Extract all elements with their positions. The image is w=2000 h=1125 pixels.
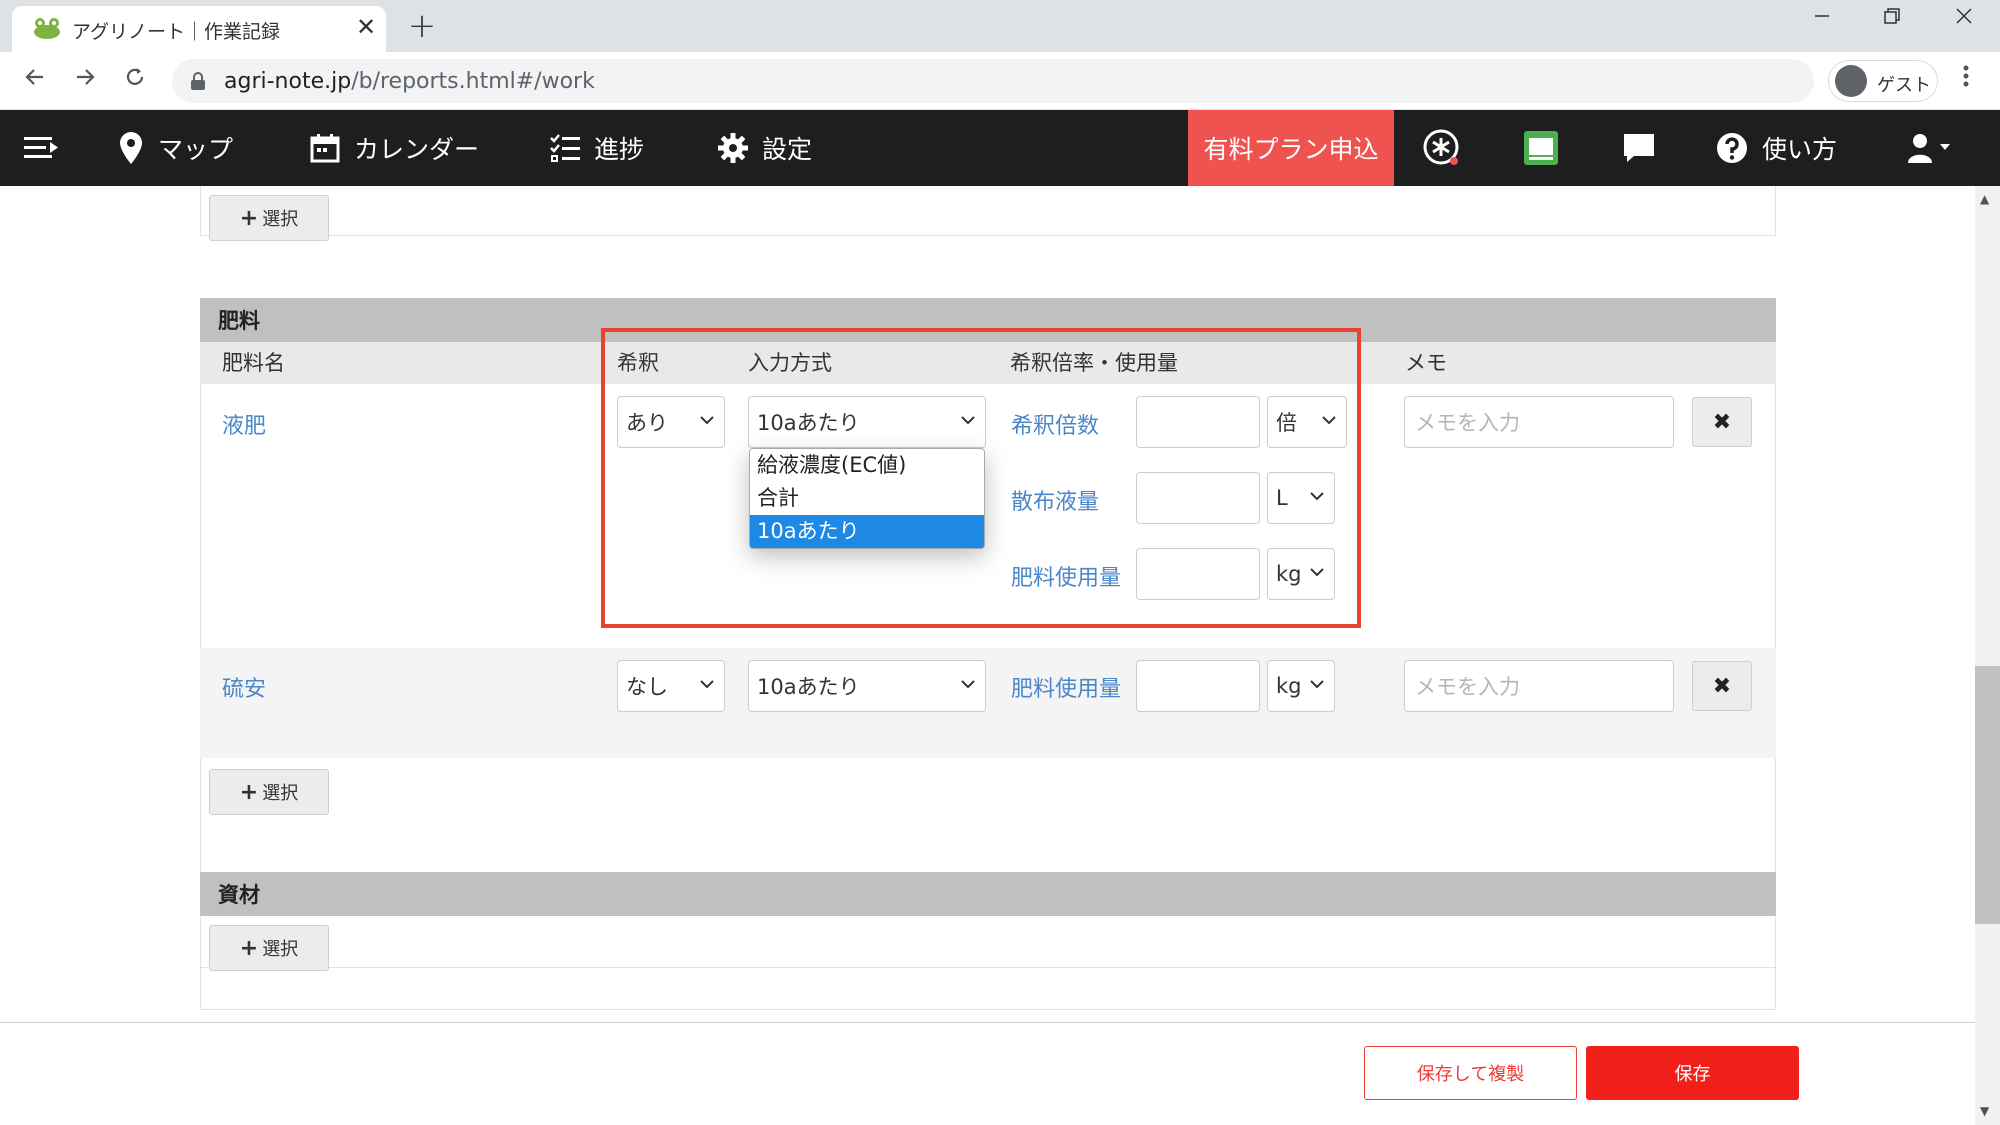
- memo-input[interactable]: メモを入力: [1404, 660, 1674, 712]
- delete-row-button[interactable]: ✖: [1692, 397, 1752, 447]
- materials-select-button[interactable]: + 選択: [209, 925, 329, 971]
- scrollbar-track[interactable]: [1975, 186, 2000, 1125]
- browser-tab-strip: アグリノート｜作業記録 ✕ +: [0, 0, 2000, 52]
- close-icon: ✖: [1712, 409, 1732, 435]
- user-menu-icon[interactable]: [1906, 110, 1970, 186]
- pesticide-search-icon[interactable]: [1522, 110, 1574, 186]
- dropdown-option[interactable]: 給液濃度(EC値): [750, 449, 984, 482]
- chevron-down-icon: [1310, 680, 1324, 689]
- lock-icon: [191, 72, 205, 90]
- chevron-down-icon: [961, 680, 975, 689]
- url-field[interactable]: agri-note.jp/b/reports.html#/work: [172, 59, 1814, 103]
- prev-section-block: [200, 186, 1776, 236]
- main-content: + 選択 肥料 肥料名 希釈 入力方式 希釈倍率・使用量 メモ 液肥 あり 10a…: [0, 186, 1975, 1125]
- tab-close-icon[interactable]: ✕: [352, 13, 380, 41]
- calendar-icon: [310, 134, 340, 163]
- window-close-icon[interactable]: [1934, 6, 1994, 42]
- app-header: マップ カレンダー 進捗 設定 有料プラン申込 使い方: [0, 110, 2000, 186]
- prev-select-button[interactable]: + 選択: [209, 195, 329, 241]
- delete-row-button[interactable]: ✖: [1692, 661, 1752, 711]
- help-icon: [1717, 133, 1747, 163]
- fertilizer-select-button[interactable]: + 選択: [209, 769, 329, 815]
- url-text: agri-note.jp/b/reports.html#/work: [224, 69, 595, 94]
- new-tab-button[interactable]: +: [404, 6, 440, 46]
- input-method-select[interactable]: 10aあたり: [748, 660, 986, 712]
- dropdown-option-selected[interactable]: 10aあたり: [750, 515, 984, 548]
- frog-favicon-icon: [34, 18, 60, 39]
- dropdown-option[interactable]: 合計: [750, 482, 984, 515]
- fertilizer-usage-unit-select[interactable]: kg: [1267, 660, 1335, 712]
- nav-progress[interactable]: 進捗: [550, 110, 644, 186]
- fertilizer-usage-input[interactable]: [1136, 660, 1260, 712]
- memo-input[interactable]: メモを入力: [1404, 396, 1674, 448]
- reload-icon[interactable]: [118, 64, 152, 98]
- profile-button[interactable]: ゲスト: [1828, 60, 1938, 102]
- materials-section-title: 資材: [200, 872, 1776, 916]
- checklist-icon: [550, 134, 580, 162]
- fertilizer-name-link[interactable]: 液肥: [222, 408, 266, 440]
- input-method-dropdown-list[interactable]: 給液濃度(EC値) 合計 10aあたり: [749, 448, 985, 549]
- menu-toggle-icon[interactable]: [24, 110, 74, 186]
- map-pin-icon: [120, 132, 142, 164]
- address-bar: agri-note.jp/b/reports.html#/work ゲスト: [0, 52, 2000, 110]
- forward-icon[interactable]: [68, 64, 102, 98]
- plus-icon: +: [239, 779, 259, 805]
- browser-menu-icon[interactable]: [1954, 64, 1978, 95]
- plus-icon: +: [239, 935, 259, 961]
- save-button[interactable]: 保存: [1586, 1046, 1799, 1100]
- save-and-copy-button[interactable]: 保存して複製: [1364, 1046, 1577, 1100]
- tab-title: アグリノート｜作業記録: [72, 21, 281, 43]
- scroll-up-icon[interactable]: ▲: [1980, 192, 1989, 206]
- col-fertilizer-name: 肥料名: [222, 351, 285, 375]
- fertilizer-name-link[interactable]: 硫安: [222, 671, 266, 703]
- profile-avatar-icon: [1835, 65, 1867, 97]
- plus-icon: +: [239, 205, 259, 231]
- chevron-down-icon: [700, 680, 714, 689]
- browser-tab[interactable]: アグリノート｜作業記録 ✕: [12, 6, 386, 52]
- profile-label: ゲスト: [1877, 75, 1931, 96]
- asterisk-badge-icon[interactable]: [1422, 110, 1476, 186]
- nav-settings[interactable]: 設定: [718, 110, 812, 186]
- back-icon[interactable]: [18, 64, 52, 98]
- scroll-down-icon[interactable]: ▼: [1980, 1104, 1989, 1118]
- close-icon: ✖: [1712, 673, 1732, 699]
- dilution-select[interactable]: なし: [617, 660, 725, 712]
- nav-calendar[interactable]: カレンダー: [310, 110, 479, 186]
- paid-plan-button[interactable]: 有料プラン申込: [1188, 110, 1394, 186]
- nav-map[interactable]: マップ: [118, 110, 233, 186]
- minimize-icon[interactable]: [1792, 6, 1852, 42]
- scrollbar-thumb[interactable]: [1975, 666, 2000, 924]
- restore-icon[interactable]: [1862, 6, 1922, 42]
- col-memo: メモ: [1405, 351, 1447, 375]
- gear-icon: [718, 133, 748, 163]
- chat-icon[interactable]: [1622, 110, 1670, 186]
- fertilizer-usage-label[interactable]: 肥料使用量: [1011, 671, 1121, 703]
- nav-help[interactable]: 使い方: [1716, 110, 1837, 186]
